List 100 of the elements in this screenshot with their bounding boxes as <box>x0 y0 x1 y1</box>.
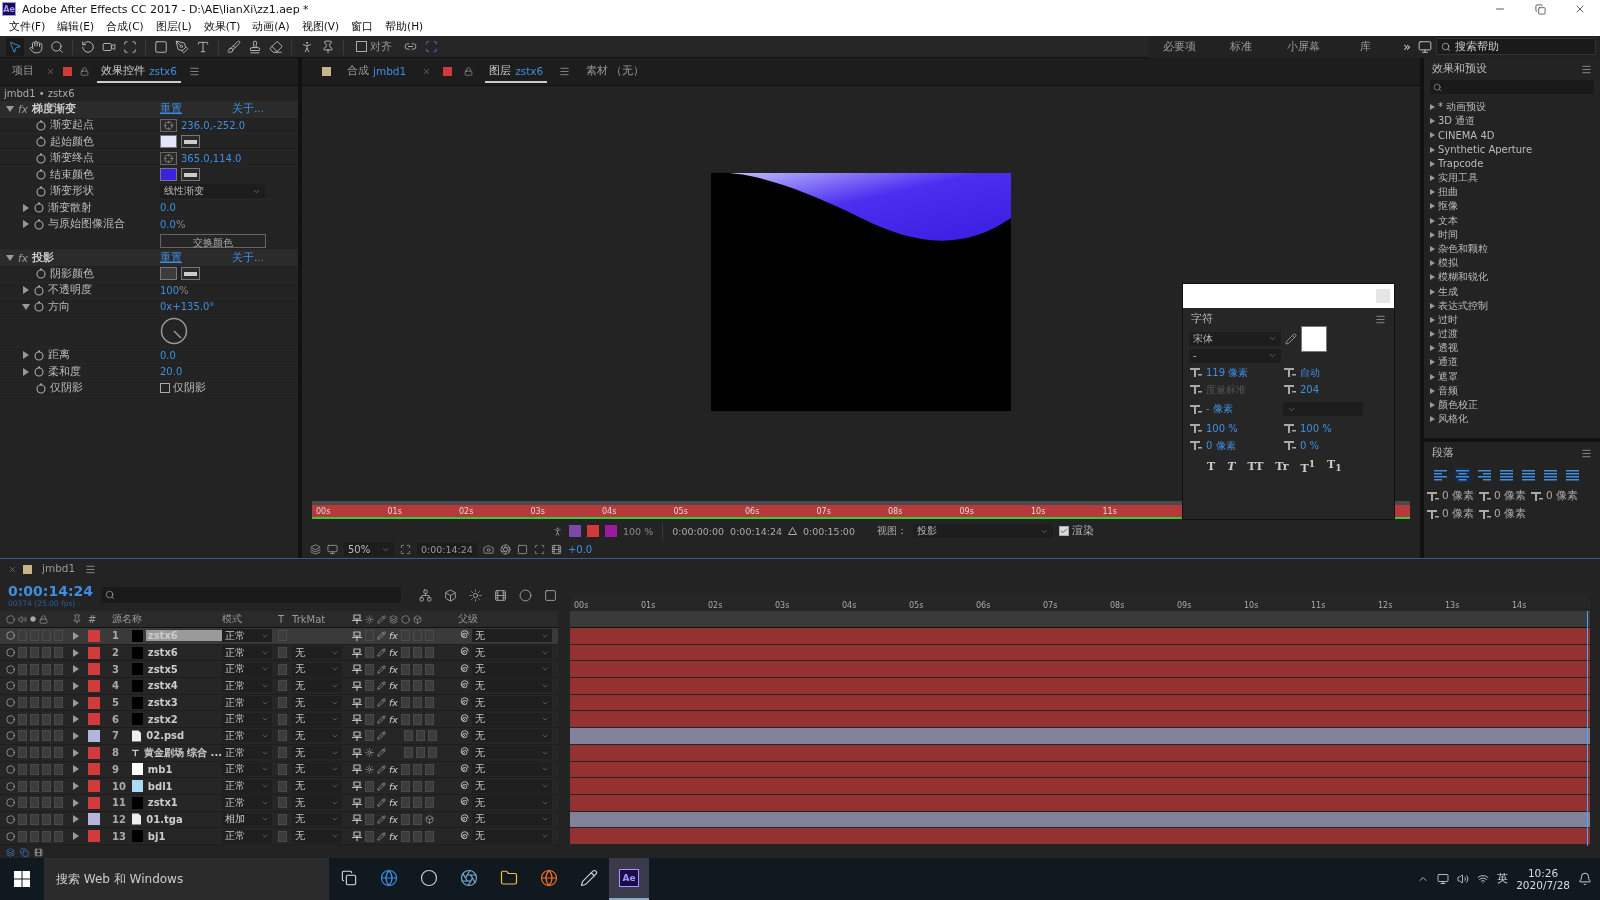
menu-item[interactable]: 窗口 <box>346 18 379 36</box>
property-value[interactable]: 0.0 <box>160 202 176 214</box>
workspace-tab[interactable]: 小屏幕 <box>1272 35 1334 58</box>
preset-category[interactable]: 通道 <box>1424 355 1600 370</box>
layer-name[interactable]: 02.psd <box>144 730 222 742</box>
blend-mode-dropdown[interactable]: 正常 <box>222 762 272 776</box>
layer-name[interactable]: 01.tga <box>144 813 222 825</box>
workspace-tab[interactable]: 标准 <box>1210 35 1272 58</box>
column-header[interactable]: 源名称 <box>112 612 142 626</box>
fx-switch[interactable]: fx <box>389 813 398 825</box>
layer-name[interactable]: mb1 <box>145 763 222 775</box>
view-dropdown[interactable]: 投影 <box>912 524 1053 538</box>
panel-tab[interactable]: 效果控件 zstx6 <box>97 60 181 83</box>
menu-item[interactable]: 动画(A) <box>247 18 295 36</box>
layer-name[interactable]: bj1 <box>145 830 222 842</box>
exposure-value[interactable]: +0.0 <box>567 543 593 555</box>
text-style-button[interactable]: T <box>1223 459 1240 473</box>
fx-switch[interactable]: fx <box>389 830 398 842</box>
text-style-button[interactable]: T$^{1}$ <box>1296 457 1320 475</box>
layer-row[interactable]: 4 zstx4 正常 无 fx 无 <box>0 678 558 695</box>
property-value[interactable]: 20.0 <box>160 366 183 378</box>
blend-mode-dropdown[interactable]: 正常 <box>222 729 272 743</box>
layer-name[interactable]: zstx6 <box>145 647 222 659</box>
blend-mode-dropdown[interactable]: 正常 <box>222 662 272 676</box>
vertical-scale-value[interactable]: 100 % <box>1206 423 1238 434</box>
spacing-value[interactable]: 0 像素 <box>1494 507 1527 521</box>
in-point-time[interactable]: 0:00:00:00 <box>672 525 725 537</box>
menu-item[interactable]: 视图(V) <box>296 18 345 36</box>
indent-value[interactable]: 0 像素 <box>1494 489 1527 503</box>
layer-name[interactable]: 黄金剧场 综合 ... <box>141 745 222 760</box>
parent-dropdown[interactable]: 无 <box>472 662 552 676</box>
fx-switch[interactable]: fx <box>389 663 398 675</box>
track-matte-dropdown[interactable]: 无 <box>292 712 342 726</box>
fx-badge[interactable]: fx <box>18 251 28 264</box>
preset-category[interactable]: 模糊和锐化 <box>1424 270 1600 285</box>
blend-mode-dropdown[interactable]: 正常 <box>222 829 272 843</box>
taskbar-search[interactable]: 搜索 Web 和 Windows <box>44 858 329 900</box>
blend-mode-dropdown[interactable]: 正常 <box>222 746 272 760</box>
about-link[interactable]: 关于... <box>232 250 264 265</box>
menu-item[interactable]: 效果(T) <box>198 18 246 36</box>
parent-dropdown[interactable]: 无 <box>472 796 552 810</box>
track-matte-dropdown[interactable]: 无 <box>292 812 342 826</box>
preset-category[interactable]: Trapcode <box>1424 156 1600 171</box>
preset-category[interactable]: 风格化 <box>1424 412 1600 427</box>
layer-row[interactable]: 6 zstx2 正常 无 fx 无 <box>0 711 558 729</box>
track-matte-dropdown[interactable]: 无 <box>292 662 342 676</box>
column-header[interactable]: # <box>88 613 97 625</box>
tracking-value[interactable]: 204 <box>1300 384 1320 395</box>
horizontal-scale-value[interactable]: 100 % <box>1300 423 1332 434</box>
tsume-value[interactable]: 0 % <box>1300 440 1320 451</box>
text-style-button[interactable]: Tr <box>1271 459 1293 473</box>
spacing-value[interactable]: 0 像素 <box>1442 507 1475 521</box>
menu-item[interactable]: 图层(L) <box>150 18 197 36</box>
track-matte-dropdown[interactable]: 无 <box>292 779 342 793</box>
clock-date[interactable]: 2020/7/28 <box>1516 879 1570 891</box>
preset-category[interactable]: 透视 <box>1424 341 1600 356</box>
track-matte-dropdown[interactable]: 无 <box>292 646 342 660</box>
parent-dropdown[interactable]: 无 <box>472 729 552 743</box>
parent-dropdown[interactable]: 无 <box>472 762 552 776</box>
baseline-value[interactable]: 0 像素 <box>1206 438 1236 453</box>
menu-item[interactable]: 编辑(E) <box>52 18 100 36</box>
menu-item[interactable]: 帮助(H) <box>380 18 429 36</box>
preset-category[interactable]: 杂色和颗粒 <box>1424 241 1600 257</box>
preset-category[interactable]: 3D 通道 <box>1424 114 1600 129</box>
layer-row[interactable]: 10 bdl1 正常 无 fx 无 <box>0 778 558 795</box>
about-link[interactable]: 关于... <box>232 102 264 117</box>
timecode-field[interactable]: 0:00:14:24 <box>417 542 477 556</box>
stroke-width-value[interactable]: - 像素 <box>1206 402 1233 416</box>
fx-switch[interactable]: fx <box>389 797 398 809</box>
reset-link[interactable]: 重置 <box>160 102 182 117</box>
layer-row[interactable]: 3 zstx5 正常 无 fx 无 <box>0 661 558 679</box>
fx-switch[interactable]: fx <box>389 763 398 775</box>
layer-name[interactable]: zstx1 <box>145 797 222 809</box>
track-matte-dropdown[interactable]: 无 <box>292 696 342 710</box>
property-value[interactable]: 0.0 <box>160 349 176 361</box>
blend-mode-dropdown[interactable]: 正常 <box>222 679 272 693</box>
preset-category[interactable]: CINEMA 4D <box>1424 128 1600 143</box>
font-style-dropdown[interactable]: - <box>1189 348 1281 363</box>
preset-category[interactable]: Synthetic Aperture <box>1424 142 1600 157</box>
blend-mode-dropdown[interactable]: 正常 <box>222 629 272 643</box>
preset-category[interactable]: 抠像 <box>1424 199 1600 214</box>
reset-link[interactable]: 重置 <box>160 250 182 265</box>
track-matte-dropdown[interactable]: 无 <box>292 796 342 810</box>
track-matte-dropdown[interactable]: 无 <box>292 762 342 776</box>
column-header[interactable]: 模式 <box>222 612 242 626</box>
column-header[interactable]: TrkMat <box>292 613 326 625</box>
blend-mode-dropdown[interactable]: 正常 <box>222 779 272 793</box>
parent-dropdown[interactable]: 无 <box>472 679 552 693</box>
track-matte-dropdown[interactable]: 无 <box>292 729 342 743</box>
property-value[interactable]: 236.0,-252.0 <box>181 119 246 131</box>
preset-category[interactable]: * 动画预设 <box>1424 100 1600 115</box>
property-value[interactable]: 365.0,114.0 <box>181 152 242 164</box>
font-dropdown[interactable]: 宋体 <box>1189 331 1281 346</box>
fx-badge[interactable]: fx <box>18 103 28 116</box>
preset-category[interactable]: 扭曲 <box>1424 185 1600 200</box>
zoom-dropdown[interactable]: 50% <box>344 542 394 556</box>
preset-category[interactable]: 实用工具 <box>1424 170 1600 186</box>
parent-dropdown[interactable]: 无 <box>472 812 552 826</box>
fx-switch[interactable]: fx <box>389 630 398 642</box>
blend-mode-dropdown[interactable]: 正常 <box>222 712 272 726</box>
